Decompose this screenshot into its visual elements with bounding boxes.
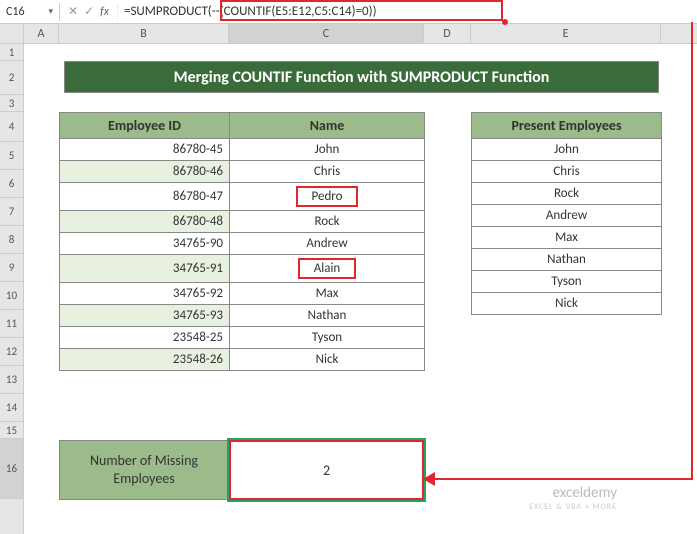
cell-employee-id[interactable]: 86780-45 [60,139,230,161]
cell-name[interactable]: Nick [230,349,425,371]
summary-value: 2 [323,462,330,479]
col-header-a[interactable]: A [24,24,59,43]
cell-name[interactable]: Rock [230,211,425,233]
cell-employee-id[interactable]: 86780-46 [60,161,230,183]
row-header[interactable]: 1 [0,44,23,61]
arrow-horizontal [431,478,693,480]
cell-present-name[interactable]: Chris [472,161,662,183]
name-box-dropdown-icon[interactable]: ▾ [48,6,53,17]
formula-bar: C16 ▾ ✕ ✓ fx =SUMPRODUCT(--(COUNTIF(E5:E… [0,0,697,24]
cell-name[interactable]: Pedro [230,183,425,211]
cell-name[interactable]: Andrew [230,233,425,255]
cell-present-name[interactable]: John [472,139,662,161]
cell-name[interactable]: Alain [230,255,425,283]
name-box[interactable]: C16 ▾ [0,3,60,21]
cell-name[interactable]: Tyson [230,327,425,349]
row-header[interactable]: 9 [0,254,23,282]
th-present[interactable]: Present Employees [472,113,662,139]
formula-input[interactable]: =SUMPRODUCT(--(COUNTIF(E5:E12,C5:C14)=0)… [118,2,697,21]
arrow-head-icon [423,472,435,486]
row-header[interactable]: 12 [0,338,23,366]
accept-icon[interactable]: ✓ [84,4,94,19]
row-header[interactable]: 10 [0,282,23,310]
row-header[interactable]: 4 [0,112,23,142]
arrow-vertical [691,22,693,478]
highlighted-name: Alain [298,258,357,279]
cell-present-name[interactable]: Nick [472,293,662,315]
cell-name[interactable]: Nathan [230,305,425,327]
summary-label[interactable]: Number of Missing Employees [59,440,229,500]
row-header[interactable]: 15 [0,422,23,439]
row-header[interactable]: 2 [0,61,23,95]
row-header[interactable]: 5 [0,142,23,170]
cell-name[interactable]: John [230,139,425,161]
cell-employee-id[interactable]: 23548-26 [60,349,230,371]
worksheet-cells[interactable]: Merging COUNTIF Function with SUMPRODUCT… [24,44,697,534]
cell-name[interactable]: Max [230,283,425,305]
summary-label-text: Number of Missing Employees [60,452,228,488]
cell-employee-id[interactable]: 86780-47 [60,183,230,211]
cancel-icon[interactable]: ✕ [68,4,78,19]
watermark-sub: EXCEL & VBA + MORE [529,502,617,512]
row-header[interactable]: 3 [0,95,23,112]
row-header[interactable]: 16 [0,439,23,499]
present-table: Present Employees JohnChrisRockAndrewMax… [471,112,662,315]
column-headers: A B C D E [0,24,697,44]
th-name[interactable]: Name [230,113,425,139]
highlighted-name: Pedro [296,186,359,207]
select-all-corner[interactable] [0,24,24,43]
cell-employee-id[interactable]: 86780-48 [60,211,230,233]
row-header[interactable]: 8 [0,226,23,254]
row-header[interactable]: 13 [0,366,23,394]
cell-present-name[interactable]: Rock [472,183,662,205]
cell-present-name[interactable]: Max [472,227,662,249]
page-title: Merging COUNTIF Function with SUMPRODUCT… [64,61,659,93]
watermark-text: exceldemy [553,484,617,502]
row-header[interactable]: 11 [0,310,23,338]
cell-employee-id[interactable]: 34765-92 [60,283,230,305]
fx-icon[interactable]: fx [100,5,109,19]
col-header-b[interactable]: B [59,24,229,43]
formula-bar-icons: ✕ ✓ fx [60,4,118,19]
cell-present-name[interactable]: Andrew [472,205,662,227]
row-header[interactable]: 6 [0,170,23,198]
summary-value-cell[interactable]: 2 [229,440,424,500]
title-text: Merging COUNTIF Function with SUMPRODUCT… [174,68,550,87]
watermark: exceldemy EXCEL & VBA + MORE [529,484,617,512]
cell-employee-id[interactable]: 34765-91 [60,255,230,283]
col-header-d[interactable]: D [424,24,471,43]
col-header-c[interactable]: C [229,24,424,43]
row-headers: 1 2 3 4 5 6 7 8 9 10 11 12 13 14 15 16 [0,44,24,534]
cell-employee-id[interactable]: 23548-25 [60,327,230,349]
row-header[interactable]: 7 [0,198,23,226]
cell-present-name[interactable]: Nathan [472,249,662,271]
formula-text: =SUMPRODUCT(--(COUNTIF(E5:E12,C5:C14)=0)… [124,4,377,19]
row-header[interactable]: 14 [0,394,23,422]
name-box-value: C16 [6,5,25,19]
th-employee-id[interactable]: Employee ID [60,113,230,139]
cell-employee-id[interactable]: 34765-93 [60,305,230,327]
arrow-start-dot [502,19,508,25]
employee-table: Employee ID Name 86780-45John86780-46Chr… [59,112,425,371]
col-header-e[interactable]: E [471,24,661,43]
cell-present-name[interactable]: Tyson [472,271,662,293]
cell-name[interactable]: Chris [230,161,425,183]
cell-employee-id[interactable]: 34765-90 [60,233,230,255]
